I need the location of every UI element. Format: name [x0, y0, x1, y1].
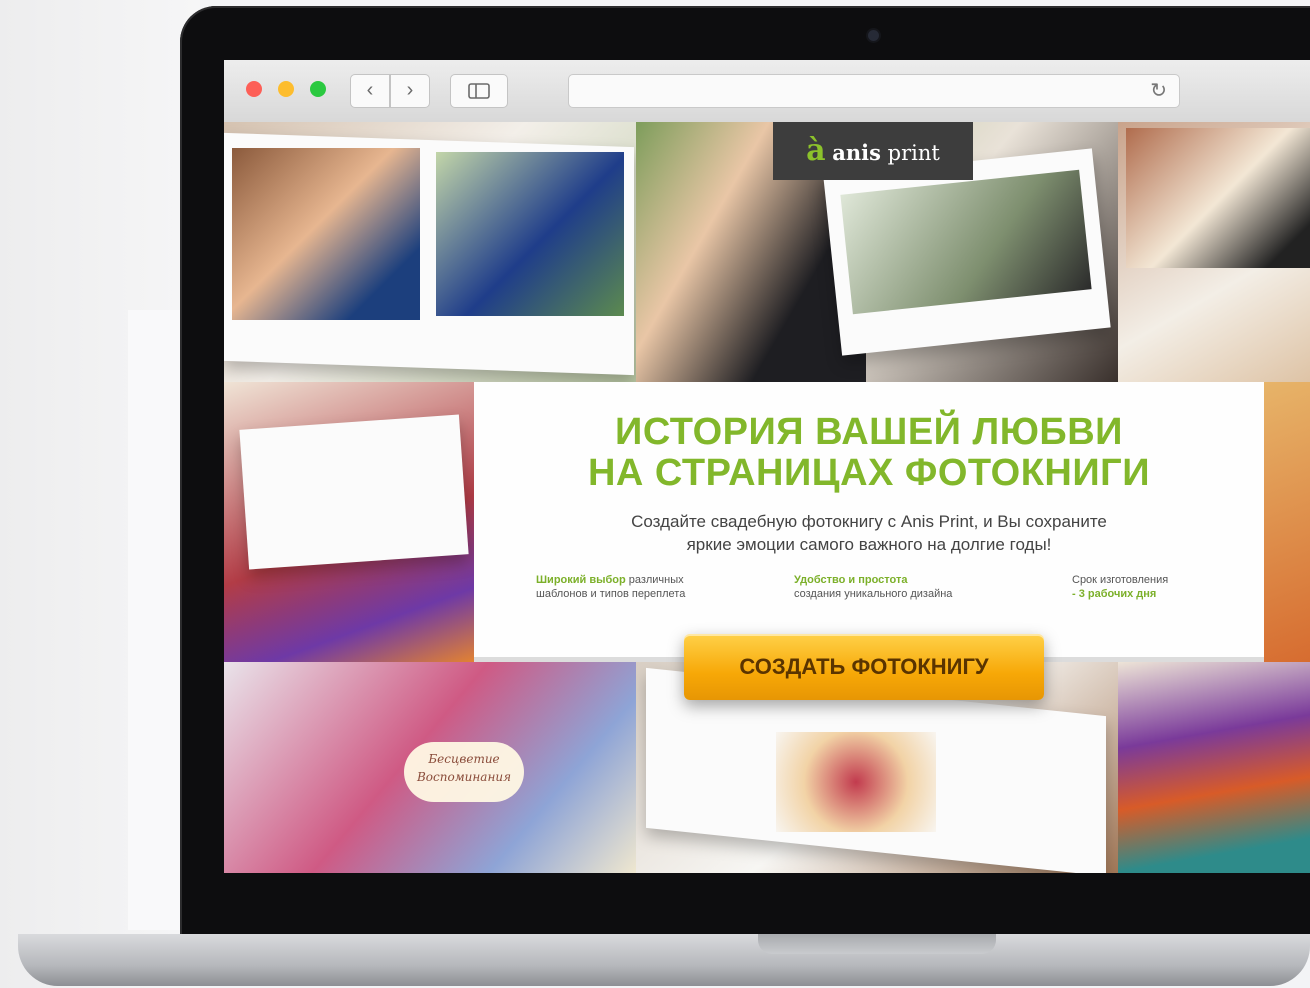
anis-print-logo[interactable]: à anis print: [773, 122, 973, 180]
logo-name-regular: print: [880, 141, 940, 165]
album-cover-label: Бесцветие Воспоминания: [404, 742, 524, 802]
feature-text-line2: шаблонов и типов переплета: [536, 588, 686, 600]
feature-item-choice: Широкий выбор различных шаблонов и типов…: [536, 573, 685, 601]
chevron-right-icon: ›: [406, 79, 414, 101]
hero-panel: ИСТОРИЯ ВАШЕЙ ЛЮБВИ НА СТРАНИЦАХ ФОТОКНИ…: [474, 382, 1264, 657]
minimize-window-button[interactable]: [278, 81, 294, 97]
feature-item-ease: Удобство и простота создания уникального…: [794, 573, 952, 601]
album-cover-line1: Бесцветие: [428, 752, 500, 766]
logo-name-bold: anis: [832, 140, 881, 165]
browser-window: ‹ › ↻ Бесцветие Воспоминания à anis prin…: [224, 60, 1310, 873]
photobook-stack-image: [1118, 662, 1310, 873]
hero-title-line1: ИСТОРИЯ ВАШЕЙ ЛЮБВИ: [615, 411, 1123, 453]
sidebar-icon: [468, 83, 490, 99]
browser-toolbar: ‹ › ↻: [224, 60, 1310, 123]
album-cover-line2: Воспоминания: [416, 770, 512, 784]
floral-photobook-stack-image: [224, 382, 474, 662]
back-button[interactable]: ‹: [350, 74, 390, 108]
close-window-button[interactable]: [246, 81, 262, 97]
laptop-notch: [758, 934, 996, 954]
hero-title-line2: НА СТРАНИЦАХ ФОТОКНИГИ: [587, 452, 1151, 494]
feature-text-line2: создания уникального дизайна: [794, 588, 953, 600]
feature-highlight: Удобство и простота: [794, 574, 908, 586]
camera-icon: [868, 30, 879, 41]
forward-button[interactable]: ›: [390, 74, 430, 108]
zoom-window-button[interactable]: [310, 81, 326, 97]
landing-page: Бесцветие Воспоминания à anis print ИСТО…: [224, 122, 1310, 873]
feature-highlight: Широкий выбор: [536, 574, 626, 586]
feature-text: различных: [625, 574, 684, 586]
hero-subtitle-line1: Создайте свадебную фотокнигу с Anis Prin…: [631, 512, 1107, 531]
hero-title: ИСТОРИЯ ВАШЕЙ ЛЮБВИ НА СТРАНИЦАХ ФОТОКНИ…: [474, 412, 1264, 494]
feature-text: Срок изготовления: [1072, 574, 1169, 586]
chevron-left-icon: ‹: [366, 79, 374, 101]
reload-icon[interactable]: ↻: [1150, 79, 1167, 103]
features-list: Широкий выбор различных шаблонов и типов…: [536, 573, 1216, 613]
orange-photobook-image: [1264, 382, 1310, 662]
hero-subtitle-line2: яркие эмоции самого важного на долгие го…: [686, 535, 1052, 554]
feature-highlight: - 3 рабочих дня: [1072, 588, 1157, 600]
hero-subtitle: Создайте свадебную фотокнигу с Anis Prin…: [474, 510, 1264, 556]
logo-mark-icon: à: [806, 133, 826, 168]
sidebar-toggle-button[interactable]: [450, 74, 508, 108]
feature-item-term: Срок изготовления - 3 рабочих дня: [1072, 573, 1168, 601]
wedding-photobook-image: [224, 122, 636, 382]
address-bar[interactable]: ↻: [568, 74, 1180, 108]
laptop-base: [18, 934, 1310, 986]
wedding-photobook-right-image: [1118, 122, 1310, 382]
create-photobook-button[interactable]: СОЗДАТЬ ФОТОКНИГУ: [684, 634, 1044, 700]
floral-cover-image: Бесцветие Воспоминания: [224, 662, 636, 873]
